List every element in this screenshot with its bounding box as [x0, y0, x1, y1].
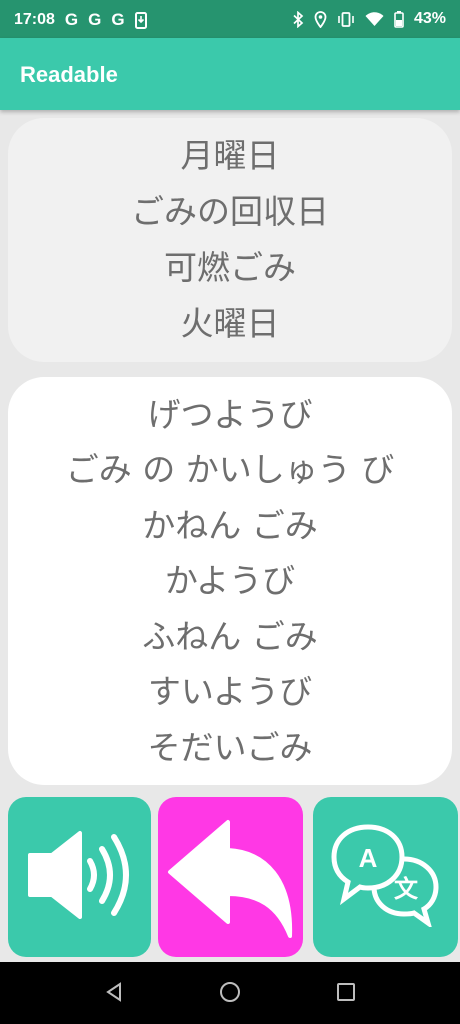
kana-line: ふねん ごみ [142, 616, 318, 656]
google-notification-icon: G [88, 10, 102, 29]
google-notification-icon: G [64, 10, 79, 29]
battery-percent: 43% [413, 10, 446, 27]
svg-text:A: A [358, 843, 377, 873]
kana-line: すいようび [147, 672, 313, 712]
back-button[interactable] [158, 797, 303, 957]
home-nav-icon[interactable] [219, 981, 241, 1007]
translate-icon: A 文 [330, 823, 442, 931]
kana-line: かようび [164, 561, 296, 601]
speaker-icon [24, 827, 136, 927]
kanji-line: ごみの回収日 [131, 192, 329, 231]
clock: 17:08 [14, 11, 55, 28]
kana-line: ごみ の かいしゅう び [65, 450, 395, 490]
kanji-line: 火曜日 [180, 304, 280, 343]
back-nav-icon[interactable] [104, 981, 124, 1007]
speak-button[interactable] [8, 797, 151, 957]
kana-line: そだいごみ [147, 727, 313, 767]
translate-button[interactable]: A 文 [313, 797, 458, 957]
svg-text:文: 文 [394, 875, 419, 903]
kanji-line: 可燃ごみ [164, 248, 296, 287]
wifi-icon [365, 11, 384, 27]
kanji-line: 月曜日 [180, 136, 280, 175]
location-icon [314, 10, 327, 28]
kanji-text-card: 月曜日 ごみの回収日 可燃ごみ 火曜日 [8, 118, 452, 362]
kana-line: かねん ごみ [142, 505, 318, 545]
back-arrow-icon [166, 810, 296, 944]
vibrate-icon [337, 11, 355, 28]
status-bar: 17:08 G G G 43% [0, 0, 460, 38]
app-bar: Readable [0, 38, 460, 110]
bluetooth-icon [292, 10, 304, 28]
kana-reading-card: げつようび ごみ の かいしゅう び かねん ごみ かようび ふねん ごみ すい… [8, 377, 452, 785]
app-title: Readable [20, 62, 118, 87]
google-notification-icon: G [111, 10, 125, 29]
recents-nav-icon[interactable] [336, 981, 356, 1007]
phone-update-icon [134, 11, 147, 29]
battery-icon [394, 10, 404, 28]
navigation-bar [0, 962, 460, 1024]
kana-line: げつようび [147, 394, 313, 434]
